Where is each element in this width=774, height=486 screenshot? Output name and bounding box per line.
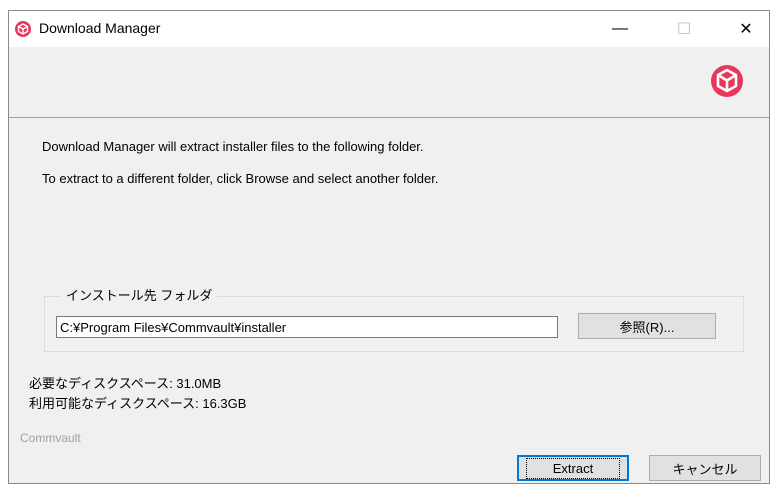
minimize-button[interactable]: — xyxy=(597,11,643,47)
extract-info-text: Download Manager will extract installer … xyxy=(42,139,424,154)
brand-label: Commvault xyxy=(20,431,81,445)
title-bar[interactable]: Download Manager — ☐ ✕ xyxy=(9,11,769,47)
maximize-icon: ☐ xyxy=(676,21,692,38)
dialog-content: Download Manager will extract installer … xyxy=(9,118,769,483)
download-manager-window: Download Manager — ☐ ✕ Download Manager … xyxy=(8,10,770,484)
cancel-button[interactable]: キャンセル xyxy=(649,455,761,481)
available-space-text: 利用可能なディスクスペース: 16.3GB xyxy=(29,396,247,411)
close-button[interactable]: ✕ xyxy=(723,11,769,47)
commvault-cube-icon xyxy=(15,21,31,37)
browse-hint-text: To extract to a different folder, click … xyxy=(42,171,439,186)
maximize-button[interactable]: ☐ xyxy=(661,11,707,47)
extract-button-label: Extract xyxy=(525,457,621,479)
close-icon: ✕ xyxy=(739,21,753,38)
cancel-button-label: キャンセル xyxy=(672,461,738,477)
minimize-icon: — xyxy=(612,20,628,37)
browse-button[interactable]: 参照(R)... xyxy=(578,313,716,339)
install-path-input[interactable] xyxy=(56,316,558,338)
required-space-text: 必要なディスクスペース: 31.0MB xyxy=(29,376,222,391)
header-banner xyxy=(9,47,769,118)
install-folder-group-label: インストール先 フォルダ xyxy=(61,285,218,304)
browse-button-label: 参照(R)... xyxy=(619,319,675,335)
commvault-logo-icon xyxy=(711,65,743,97)
window-title: Download Manager xyxy=(39,20,161,36)
extract-button[interactable]: Extract xyxy=(517,455,629,481)
